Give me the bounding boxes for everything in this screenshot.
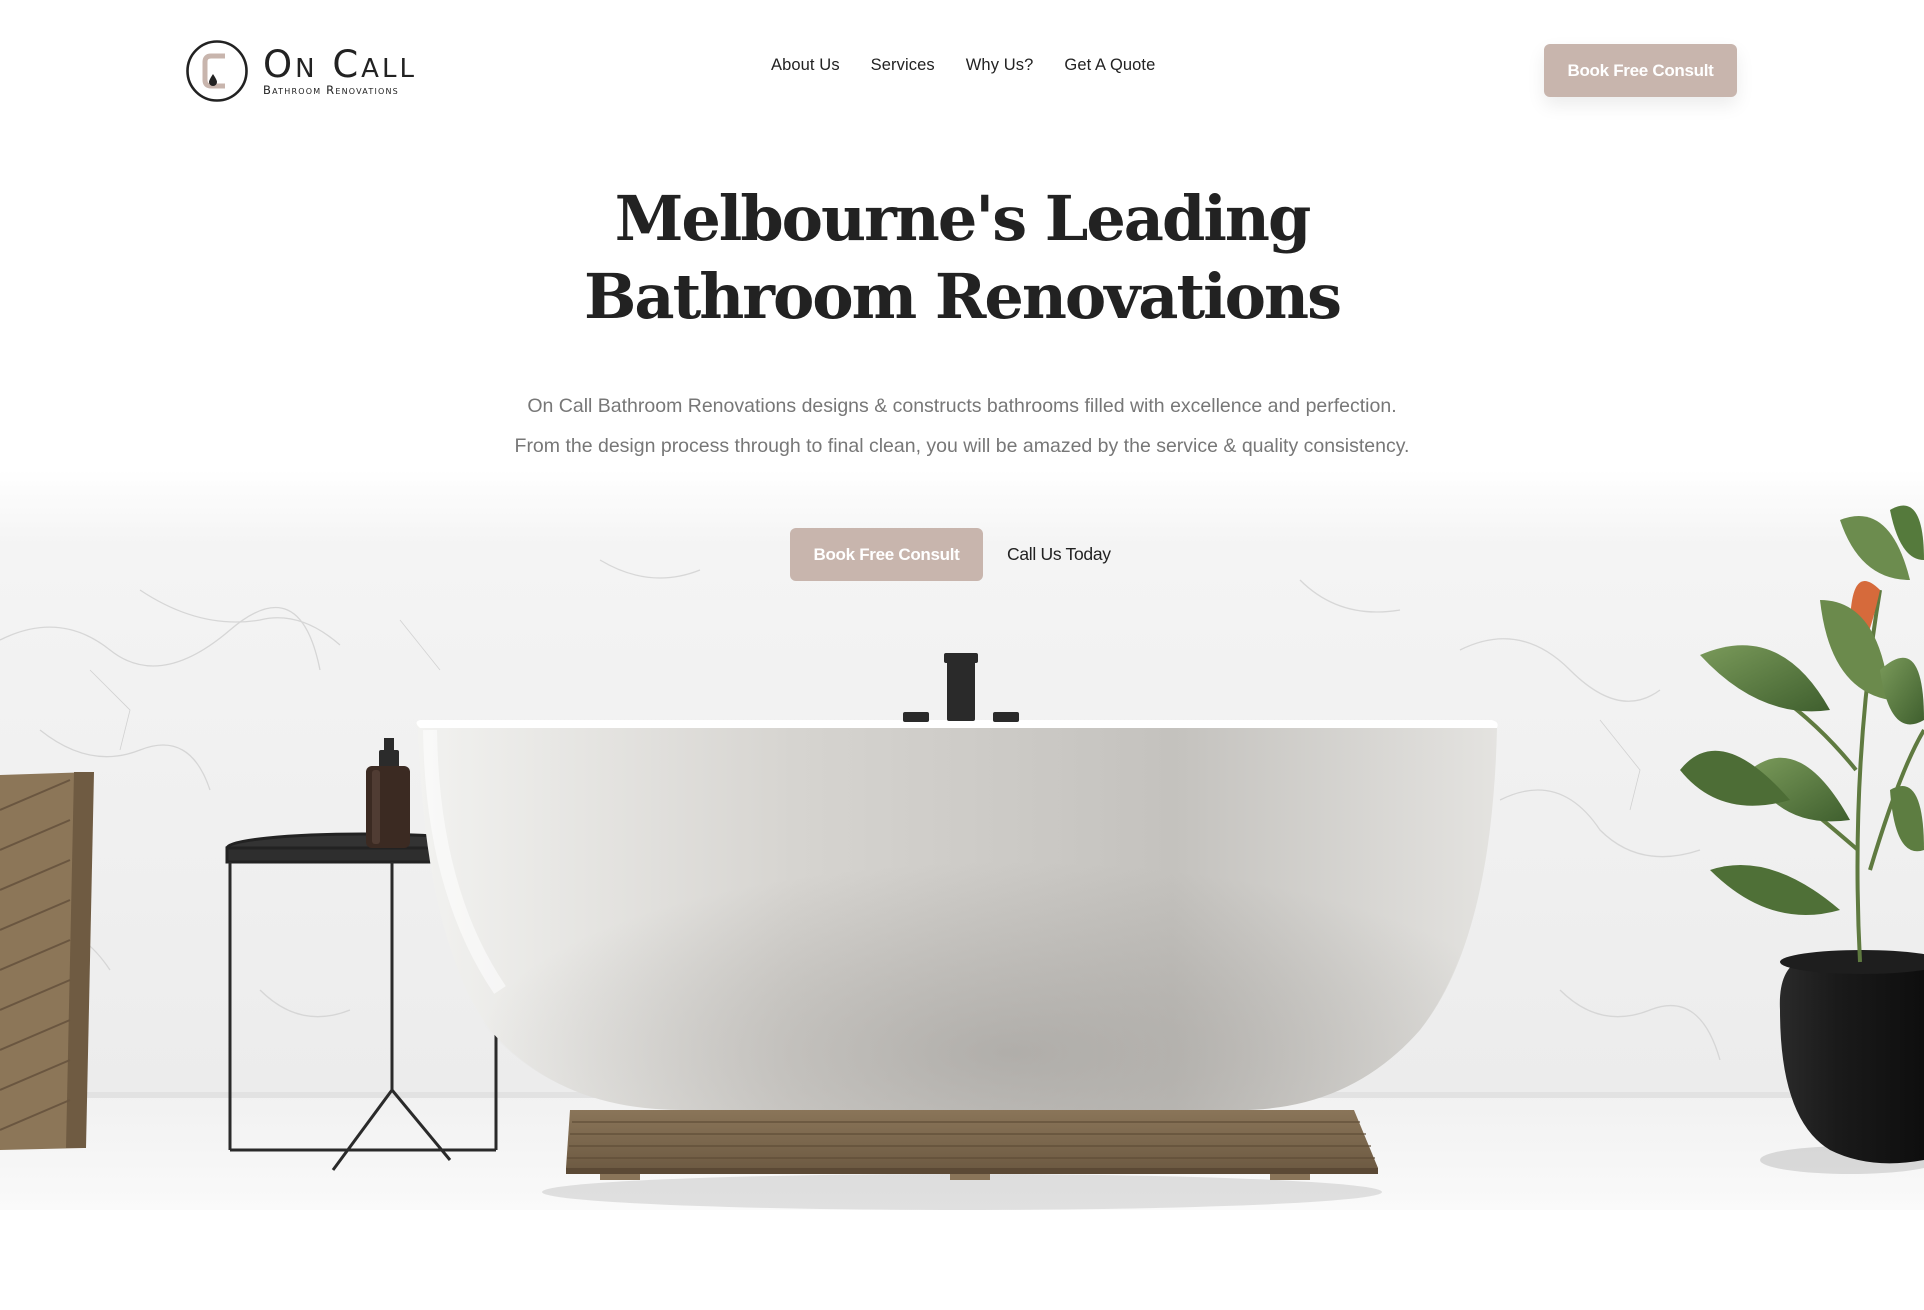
brand-name: On Call	[263, 42, 417, 86]
nav-item-get-a-quote[interactable]: Get A Quote	[1064, 56, 1155, 75]
bathroom-logo-icon	[186, 40, 248, 102]
call-us-today-link[interactable]: Call Us Today	[1007, 544, 1111, 565]
brand-wordmark: On Call Bathroom Renovations	[263, 42, 417, 97]
main-nav: About Us Services Why Us? Get A Quote	[771, 56, 1186, 75]
hero-book-consult-button[interactable]: Book Free Consult	[790, 528, 983, 581]
nav-item-why-us[interactable]: Why Us?	[966, 56, 1034, 75]
bathroom-scene-illustration	[0, 470, 1924, 1310]
header-book-consult-button[interactable]: Book Free Consult	[1544, 44, 1737, 97]
site-header: On Call Bathroom Renovations About Us Se…	[0, 0, 1924, 140]
brand-logo[interactable]: On Call Bathroom Renovations	[185, 38, 417, 104]
nav-item-about-us[interactable]: About Us	[771, 56, 840, 75]
brand-tagline: Bathroom Renovations	[263, 82, 399, 97]
hero-title: Melbourne's Leading Bathroom Renovations	[0, 180, 1924, 336]
bath-mat	[566, 1110, 1378, 1180]
hero-subtitle-line-1: On Call Bathroom Renovations designs & c…	[527, 395, 1397, 417]
hero-cta-row: Book Free Consult Call Us Today	[790, 528, 1111, 581]
nav-item-services[interactable]: Services	[871, 56, 935, 75]
hero-title-line-1: Melbourne's Leading	[614, 182, 1312, 255]
hero-subtitle-line-2: From the design process through to final…	[514, 435, 1410, 457]
hamper	[0, 772, 94, 1150]
hero-title-line-2: Bathroom Renovations	[584, 260, 1342, 333]
hero-subtitle: On Call Bathroom Renovations designs & c…	[0, 386, 1924, 466]
hero-bathroom-image	[0, 470, 1924, 1310]
